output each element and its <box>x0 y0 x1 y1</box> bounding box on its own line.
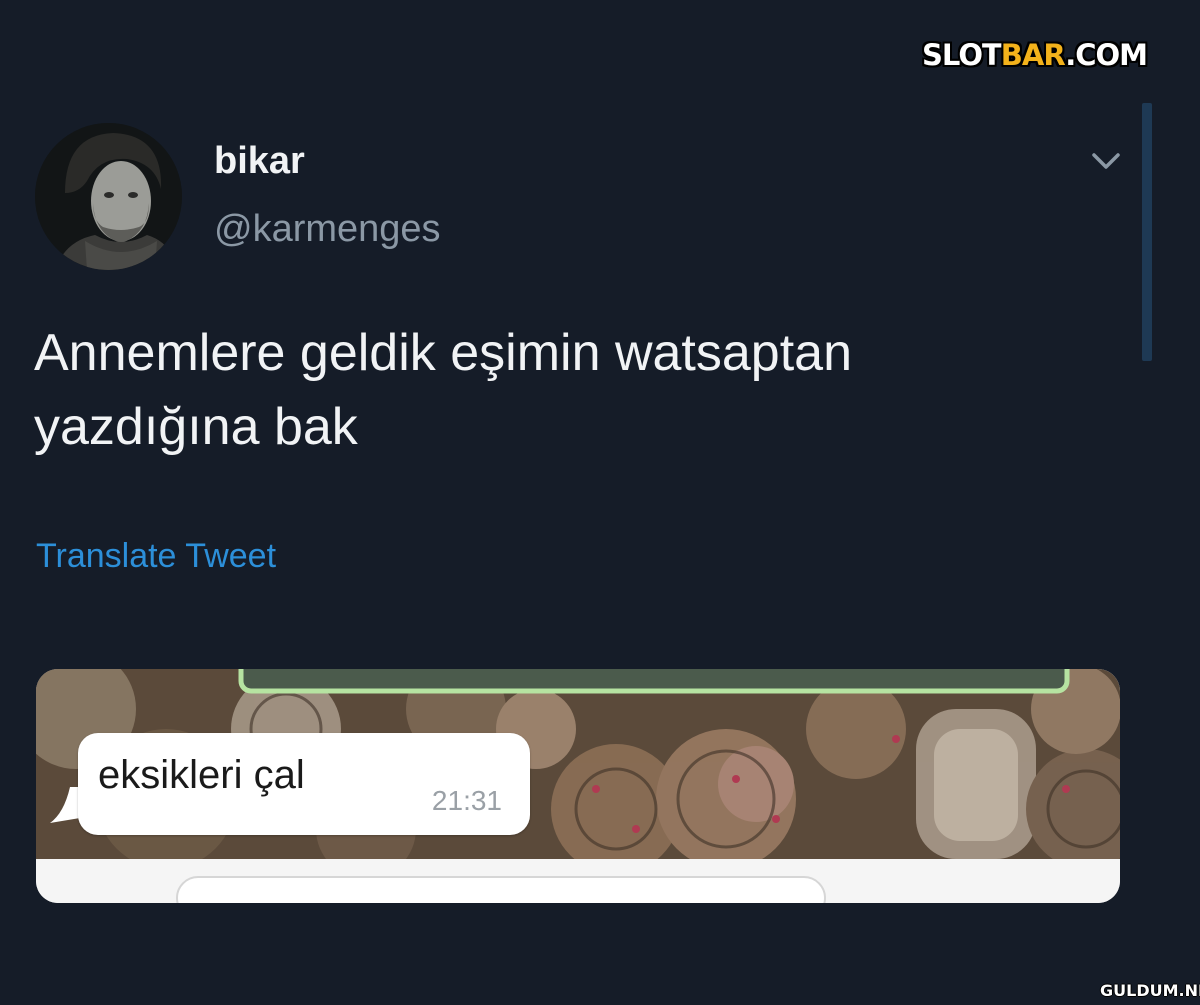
translate-tweet-link[interactable]: Translate Tweet <box>36 537 276 576</box>
chat-screenshot-image[interactable]: eksikleri çal 21:31 <box>36 669 1120 903</box>
tweet-text-line-1: Annemlere geldik eşimin watsaptan <box>34 324 852 382</box>
guldum-watermark: GULDUM.NET <box>1100 981 1200 1000</box>
chat-input-bar <box>36 859 1120 903</box>
chevron-down-icon[interactable] <box>1088 147 1124 177</box>
message-time: 21:31 <box>431 785 502 816</box>
slotbar-watermark: SLOTBAR.COM <box>922 38 1148 72</box>
chat-input-field <box>176 876 826 903</box>
avatar[interactable] <box>35 123 182 270</box>
watermark-brand-start: SLOT <box>922 38 1002 72</box>
scrollbar[interactable] <box>1142 103 1152 361</box>
watermark-brand-mid: BAR <box>1000 38 1066 72</box>
tweet-text: Annemlere geldik eşimin watsaptan yazdığ… <box>34 316 1104 464</box>
watermark-brand-end: .COM <box>1065 38 1148 72</box>
display-name[interactable]: bikar <box>214 140 305 183</box>
message-bubble[interactable]: eksikleri çal 21:31 <box>78 733 530 835</box>
profile-photo-icon <box>35 123 182 270</box>
message-text: eksikleri çal <box>98 753 305 797</box>
user-handle[interactable]: @karmenges <box>214 208 441 251</box>
tweet-text-line-2: yazdığına bak <box>34 398 358 456</box>
